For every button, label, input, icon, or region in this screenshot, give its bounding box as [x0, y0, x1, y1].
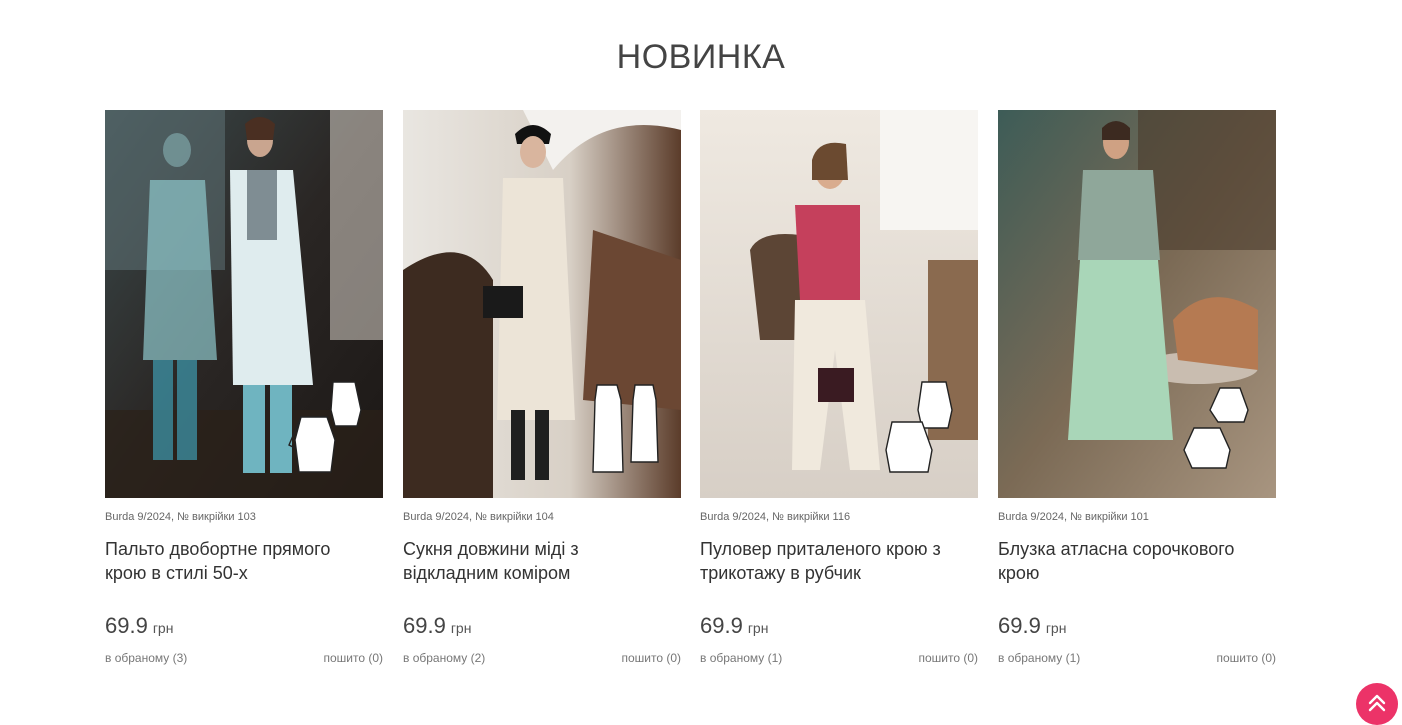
sewn-link[interactable]: пошито (0) [918, 651, 978, 665]
price-value: 69.9 [403, 613, 446, 638]
product-meta: Burda 9/2024, № викрійки 104 [403, 511, 554, 523]
product-card: Burda 9/2024, № викрійки 104 Сукня довжи… [403, 110, 681, 670]
product-image[interactable] [403, 110, 681, 498]
product-meta: Burda 9/2024, № викрійки 116 [700, 511, 851, 523]
price-value: 69.9 [998, 613, 1041, 638]
price-currency: грн [152, 620, 174, 636]
product-meta: Burda 9/2024, № викрійки 103 [105, 511, 256, 523]
product-grid: Burda 9/2024, № викрійки 103 Пальто двоб… [105, 110, 1276, 670]
sewn-link[interactable]: пошито (0) [621, 651, 681, 665]
product-card: Burda 9/2024, № викрійки 103 Пальто двоб… [105, 110, 383, 670]
sewn-link[interactable]: пошито (0) [1216, 651, 1276, 665]
product-image[interactable] [700, 110, 978, 498]
product-card: Burda 9/2024, № викрійки 101 Блузка атла… [998, 110, 1276, 670]
favorites-link[interactable]: в обраному (1) [700, 651, 782, 665]
price-currency: грн [747, 620, 769, 636]
price-value: 69.9 [105, 613, 148, 638]
product-image[interactable] [998, 110, 1276, 498]
product-title[interactable]: Блузка атласна сорочкового крою [998, 537, 1268, 585]
favorites-link[interactable]: в обраному (1) [998, 651, 1080, 665]
product-price: 69.9 грн [700, 613, 768, 639]
product-price: 69.9 грн [403, 613, 471, 639]
price-value: 69.9 [700, 613, 743, 638]
double-chevron-up-icon [1368, 694, 1386, 712]
product-card: Burda 9/2024, № викрійки 116 Пуловер при… [700, 110, 978, 670]
product-image[interactable] [105, 110, 383, 498]
favorites-link[interactable]: в обраному (2) [403, 651, 485, 665]
price-currency: грн [1045, 620, 1067, 636]
price-currency: грн [450, 620, 472, 636]
product-price: 69.9 грн [998, 613, 1066, 639]
section-title: НОВИНКА [616, 38, 786, 76]
sewn-link[interactable]: пошито (0) [323, 651, 383, 665]
product-title[interactable]: Пальто двобортне прямого крою в стилі 50… [105, 537, 375, 585]
product-title[interactable]: Сукня довжини міді з відкладним коміром [403, 537, 673, 585]
product-meta: Burda 9/2024, № викрійки 101 [998, 511, 1149, 523]
product-price: 69.9 грн [105, 613, 173, 639]
product-title[interactable]: Пуловер приталеного крою з трикотажу в р… [700, 537, 970, 585]
scroll-to-top-button[interactable] [1356, 683, 1398, 725]
favorites-link[interactable]: в обраному (3) [105, 651, 187, 665]
